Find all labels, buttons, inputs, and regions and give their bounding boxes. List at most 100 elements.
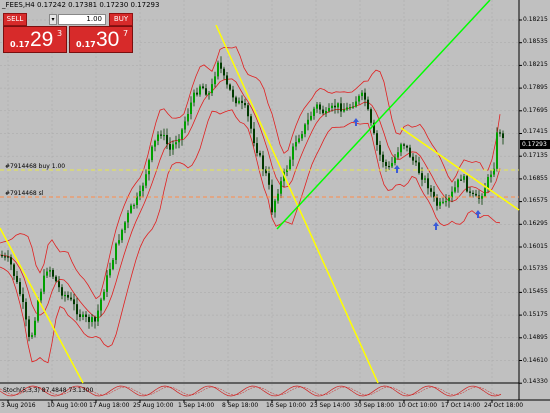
buy-price-button[interactable]: 0.17 30 7: [69, 26, 133, 53]
candle-body: [160, 134, 162, 136]
candle-body: [37, 300, 39, 321]
candle-body: [457, 179, 459, 188]
price-chart[interactable]: [0, 0, 550, 413]
candle-body: [313, 108, 315, 116]
candle-body: [382, 154, 384, 163]
date-tick-label: 17 Oct 14:00: [441, 402, 481, 409]
candle-body: [355, 101, 357, 107]
price-tick-label: 0.18215: [523, 16, 548, 23]
candle-body: [46, 271, 48, 276]
candle-body: [118, 240, 120, 244]
candle-body: [358, 96, 360, 102]
candle-body: [43, 275, 45, 292]
price-tick-label: 0.16855: [523, 175, 548, 182]
candle-body: [49, 269, 51, 272]
candle-body: [328, 108, 330, 112]
bollinger-middle: [0, 78, 501, 319]
candle-body: [130, 205, 132, 213]
candle-body: [319, 104, 321, 110]
buy-button[interactable]: BUY: [109, 13, 133, 26]
candle-body: [61, 287, 63, 296]
sell-price-prefix: 0.17: [10, 40, 30, 49]
candle-body: [40, 291, 42, 301]
candle-body: [220, 62, 222, 69]
chart-window[interactable]: _FEES,H4 0.17242 0.17381 0.17230 0.17293…: [0, 0, 550, 413]
candle-body: [499, 132, 501, 134]
candle-body: [175, 142, 177, 145]
candle-body: [481, 196, 483, 199]
candle-body: [10, 257, 12, 265]
candle-body: [391, 163, 393, 167]
candle-body: [247, 105, 249, 117]
candle-body: [241, 100, 243, 104]
candle-body: [496, 132, 498, 169]
candle-body: [28, 319, 30, 337]
candle-body: [34, 320, 36, 336]
buy-price-point: 7: [123, 29, 129, 38]
candle-body: [445, 201, 447, 203]
candle-body: [208, 93, 210, 95]
candle-body: [262, 155, 264, 170]
sell-price-button[interactable]: 0.17 29 3: [3, 26, 67, 53]
candle-body: [232, 89, 234, 98]
candle-body: [406, 145, 408, 148]
candle-body: [136, 196, 138, 205]
yellow-trendline-1[interactable]: [0, 227, 84, 384]
candle-body: [22, 294, 24, 303]
candle-body: [352, 106, 354, 108]
candle-body: [376, 133, 378, 145]
candle-body: [184, 121, 186, 130]
price-tick-label: 0.16015: [523, 243, 548, 250]
candle-body: [97, 310, 99, 322]
candle-body: [484, 188, 486, 197]
green-trendline[interactable]: [276, 0, 491, 230]
candle-body: [145, 174, 147, 186]
candle-body: [106, 275, 108, 292]
candle-body: [166, 134, 168, 144]
candle-body: [73, 299, 75, 305]
lot-spin-icon[interactable]: ▾: [49, 14, 57, 25]
date-tick-label: 10 Aug 10:00: [47, 402, 88, 409]
candle-body: [310, 115, 312, 120]
candle-body: [397, 152, 399, 158]
current-price-tag: 0.17293: [520, 140, 550, 149]
candle-body: [439, 201, 441, 206]
yellow-trendline-2[interactable]: [215, 24, 379, 384]
candle-body: [217, 62, 219, 77]
price-tick-label: 0.14330: [523, 378, 548, 385]
lot-size-input[interactable]: 1.00: [58, 14, 106, 25]
candle-body: [472, 192, 474, 195]
candle-body: [436, 197, 438, 206]
one-click-trading-panel: SELL ▾ 1.00 BUY 0.17 29 3 0.17 30 7: [3, 13, 133, 55]
date-tick-label: 30 Sep 18:00: [354, 402, 395, 409]
sell-price-pips: 29: [30, 28, 54, 51]
price-tick-label: 0.17415: [523, 128, 548, 135]
buy-price-prefix: 0.17: [76, 40, 96, 49]
date-tick-label: 8 Sep 18:00: [222, 402, 259, 409]
candle-body: [448, 197, 450, 202]
indicator-label: Stoch(5,3,3) 87.4848 73.1300: [3, 387, 94, 394]
candle-body: [325, 111, 327, 114]
price-tick-label: 0.17135: [523, 152, 548, 159]
candle-body: [367, 99, 369, 110]
candle-body: [148, 160, 150, 175]
candle-body: [94, 317, 96, 322]
candle-body: [70, 297, 72, 300]
candle-body: [79, 314, 81, 317]
sell-button[interactable]: SELL: [3, 13, 27, 26]
candle-body: [67, 294, 69, 298]
bollinger-lower: [0, 109, 501, 364]
candle-body: [13, 264, 15, 276]
candle-body: [205, 88, 207, 95]
candle-body: [316, 104, 318, 109]
candle-body: [190, 102, 192, 115]
candle-body: [151, 146, 153, 161]
candle-body: [163, 134, 165, 137]
candle-body: [490, 174, 492, 178]
candle-body: [460, 179, 462, 181]
date-tick-label: 17 Aug 18:00: [89, 402, 130, 409]
candle-body: [418, 162, 420, 174]
candle-body: [340, 103, 342, 112]
candle-body: [298, 138, 300, 143]
candle-body: [52, 269, 54, 277]
